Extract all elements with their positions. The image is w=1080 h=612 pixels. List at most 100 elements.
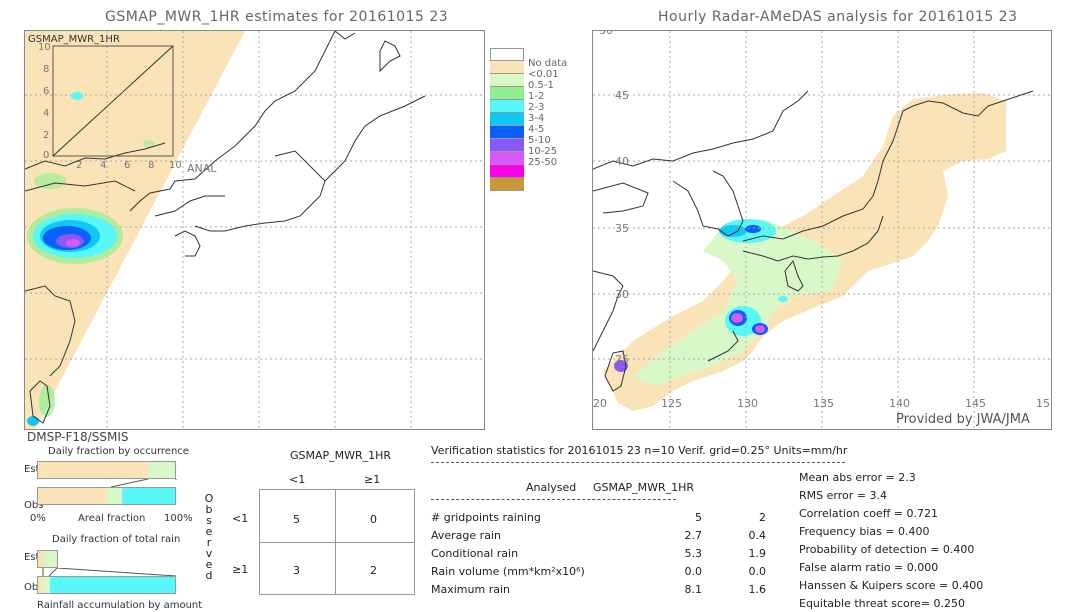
verification-header: Verification statistics for 20161015 23 … <box>431 444 848 457</box>
data-credit: Provided by JWA/JMA <box>896 412 1030 427</box>
occurrence-title: Daily fraction by occurrence <box>48 446 189 457</box>
inset-y-tick: 6 <box>43 86 50 97</box>
gsmap-estimate-map: GSMAP_MWR_1HR 10 8 6 4 2 0 2 4 6 8 10 AN… <box>24 30 485 430</box>
axis-left-label: 0% <box>30 513 46 524</box>
legend-label: <0.01 <box>528 69 559 80</box>
stat-gsmap-value: 2 <box>759 511 766 524</box>
stat-gsmap-value: 1.9 <box>748 547 767 560</box>
left-map-title: GSMAP_MWR_1HR estimates for 20161015 23 <box>105 9 449 25</box>
total-est-bar <box>37 550 58 568</box>
sensor-label: DMSP-F18/SSMIS <box>27 430 129 444</box>
total-rain-title: Daily fraction of total rain <box>52 534 181 545</box>
legend-label: 25-50 <box>528 157 558 168</box>
lon-tick: 135 <box>813 397 834 410</box>
score-item: Frequency bias = 0.400 <box>799 525 930 538</box>
contingency-row-header: <1 <box>232 512 249 525</box>
divider <box>431 462 845 463</box>
occurrence-obs-bar <box>37 487 176 505</box>
legend-swatch <box>490 126 524 139</box>
legend-label: 0.5-1 <box>528 80 554 91</box>
legend-label: 4-5 <box>528 124 545 135</box>
contingency-cell: 5 <box>293 513 300 526</box>
gsmap-map-canvas <box>25 31 484 429</box>
inset-x-tick: 10 <box>169 160 182 171</box>
radar-map-canvas <box>593 31 1051 429</box>
observed-side-label: Observed <box>204 493 214 581</box>
legend-swatch <box>490 61 524 74</box>
contingency-row-header: ≥1 <box>232 563 249 576</box>
stat-analysed-value: 2.7 <box>684 529 703 542</box>
total-obs-bar <box>37 576 176 594</box>
inset-x-tick: 2 <box>76 160 83 171</box>
score-item: RMS error = 3.4 <box>799 489 887 502</box>
contingency-col-header: <1 <box>289 473 306 486</box>
score-item: Hanssen & Kuipers score = 0.400 <box>799 579 984 592</box>
stat-label: Average rain <box>431 529 501 542</box>
contingency-grid: 5 0 3 2 <box>259 489 415 595</box>
inset-x-tick: 8 <box>148 160 155 171</box>
legend-swatch <box>490 178 524 191</box>
lat-tick: 25 <box>615 353 629 366</box>
col-analysed-header: Analysed <box>526 481 577 494</box>
score-item: Mean abs error = 2.3 <box>799 471 916 484</box>
legend-label: No data <box>528 58 568 69</box>
bar-segment <box>50 577 175 593</box>
stat-label: Rain volume (mm*km²x10⁶) <box>431 565 585 578</box>
legend-swatch <box>490 74 524 87</box>
total-connector <box>42 568 177 576</box>
legend-swatch <box>490 152 524 165</box>
lat-tick: 45 <box>615 89 629 102</box>
stat-gsmap-value: 0.4 <box>748 529 767 542</box>
side-label-char: d <box>205 569 213 582</box>
legend-swatch <box>490 100 524 113</box>
inset-x-tick: 4 <box>100 160 107 171</box>
bar-segment <box>121 488 175 504</box>
divider <box>431 499 676 500</box>
right-map-title: Hourly Radar-AMeDAS analysis for 2016101… <box>658 9 1018 25</box>
lat-tick: 50 <box>599 30 613 37</box>
score-item: Probability of detection = 0.400 <box>799 543 975 556</box>
stat-gsmap-value: 1.6 <box>748 583 767 596</box>
inset-x-label: ANAL <box>187 162 217 175</box>
lat-tick: 30 <box>615 288 629 301</box>
radar-coverage <box>603 93 1006 411</box>
stat-analysed-value: 5.3 <box>684 547 703 560</box>
contingency-cell: 2 <box>370 564 377 577</box>
legend-label: 2-3 <box>528 102 545 113</box>
inset-y-tick: 4 <box>43 108 50 119</box>
radar-amedas-map: 50 45 40 35 30 25 20 125 130 135 140 145… <box>592 30 1052 430</box>
lat-tick: 40 <box>615 155 629 168</box>
stat-label: Conditional rain <box>431 547 519 560</box>
bar-segment <box>38 462 148 478</box>
accumulation-title: Rainfall accumulation by amount <box>37 600 203 611</box>
legend-label: 1-2 <box>528 91 545 102</box>
occurrence-connector <box>110 479 177 487</box>
contingency-cell: 0 <box>370 513 377 526</box>
lon-tick: 140 <box>889 397 910 410</box>
lon-tick: 130 <box>737 397 758 410</box>
legend-label: 5-10 <box>528 135 551 146</box>
legend-swatch <box>490 165 524 178</box>
contingency-col-header: ≥1 <box>364 473 381 486</box>
occurrence-est-bar <box>37 461 176 479</box>
lon-tick: 20 <box>593 397 607 410</box>
legend-swatch <box>490 113 524 126</box>
contingency-title: GSMAP_MWR_1HR <box>290 449 392 462</box>
inset-y-tick: 8 <box>43 64 50 75</box>
axis-right-label: 100% <box>164 513 193 524</box>
inset-x-tick: 6 <box>124 160 131 171</box>
legend-swatch <box>490 139 524 152</box>
stat-label: Maximum rain <box>431 583 510 596</box>
stat-label: # gridpoints raining <box>431 511 541 524</box>
axis-center-label: Areal fraction <box>78 513 146 524</box>
stat-analysed-value: 0.0 <box>684 565 703 578</box>
bar-segment <box>43 577 51 593</box>
score-item: Correlation coeff = 0.721 <box>799 507 938 520</box>
lat-tick: 35 <box>615 222 629 235</box>
inset-y-tick: 10 <box>38 42 51 53</box>
color-legend: No data <0.01 0.5-1 1-2 2-3 3-4 4-5 5-10… <box>490 48 567 193</box>
legend-swatch <box>490 87 524 100</box>
inset-y-tick: 2 <box>43 130 50 141</box>
lon-tick: 15 <box>1036 397 1050 410</box>
legend-label: 10-25 <box>528 146 558 157</box>
